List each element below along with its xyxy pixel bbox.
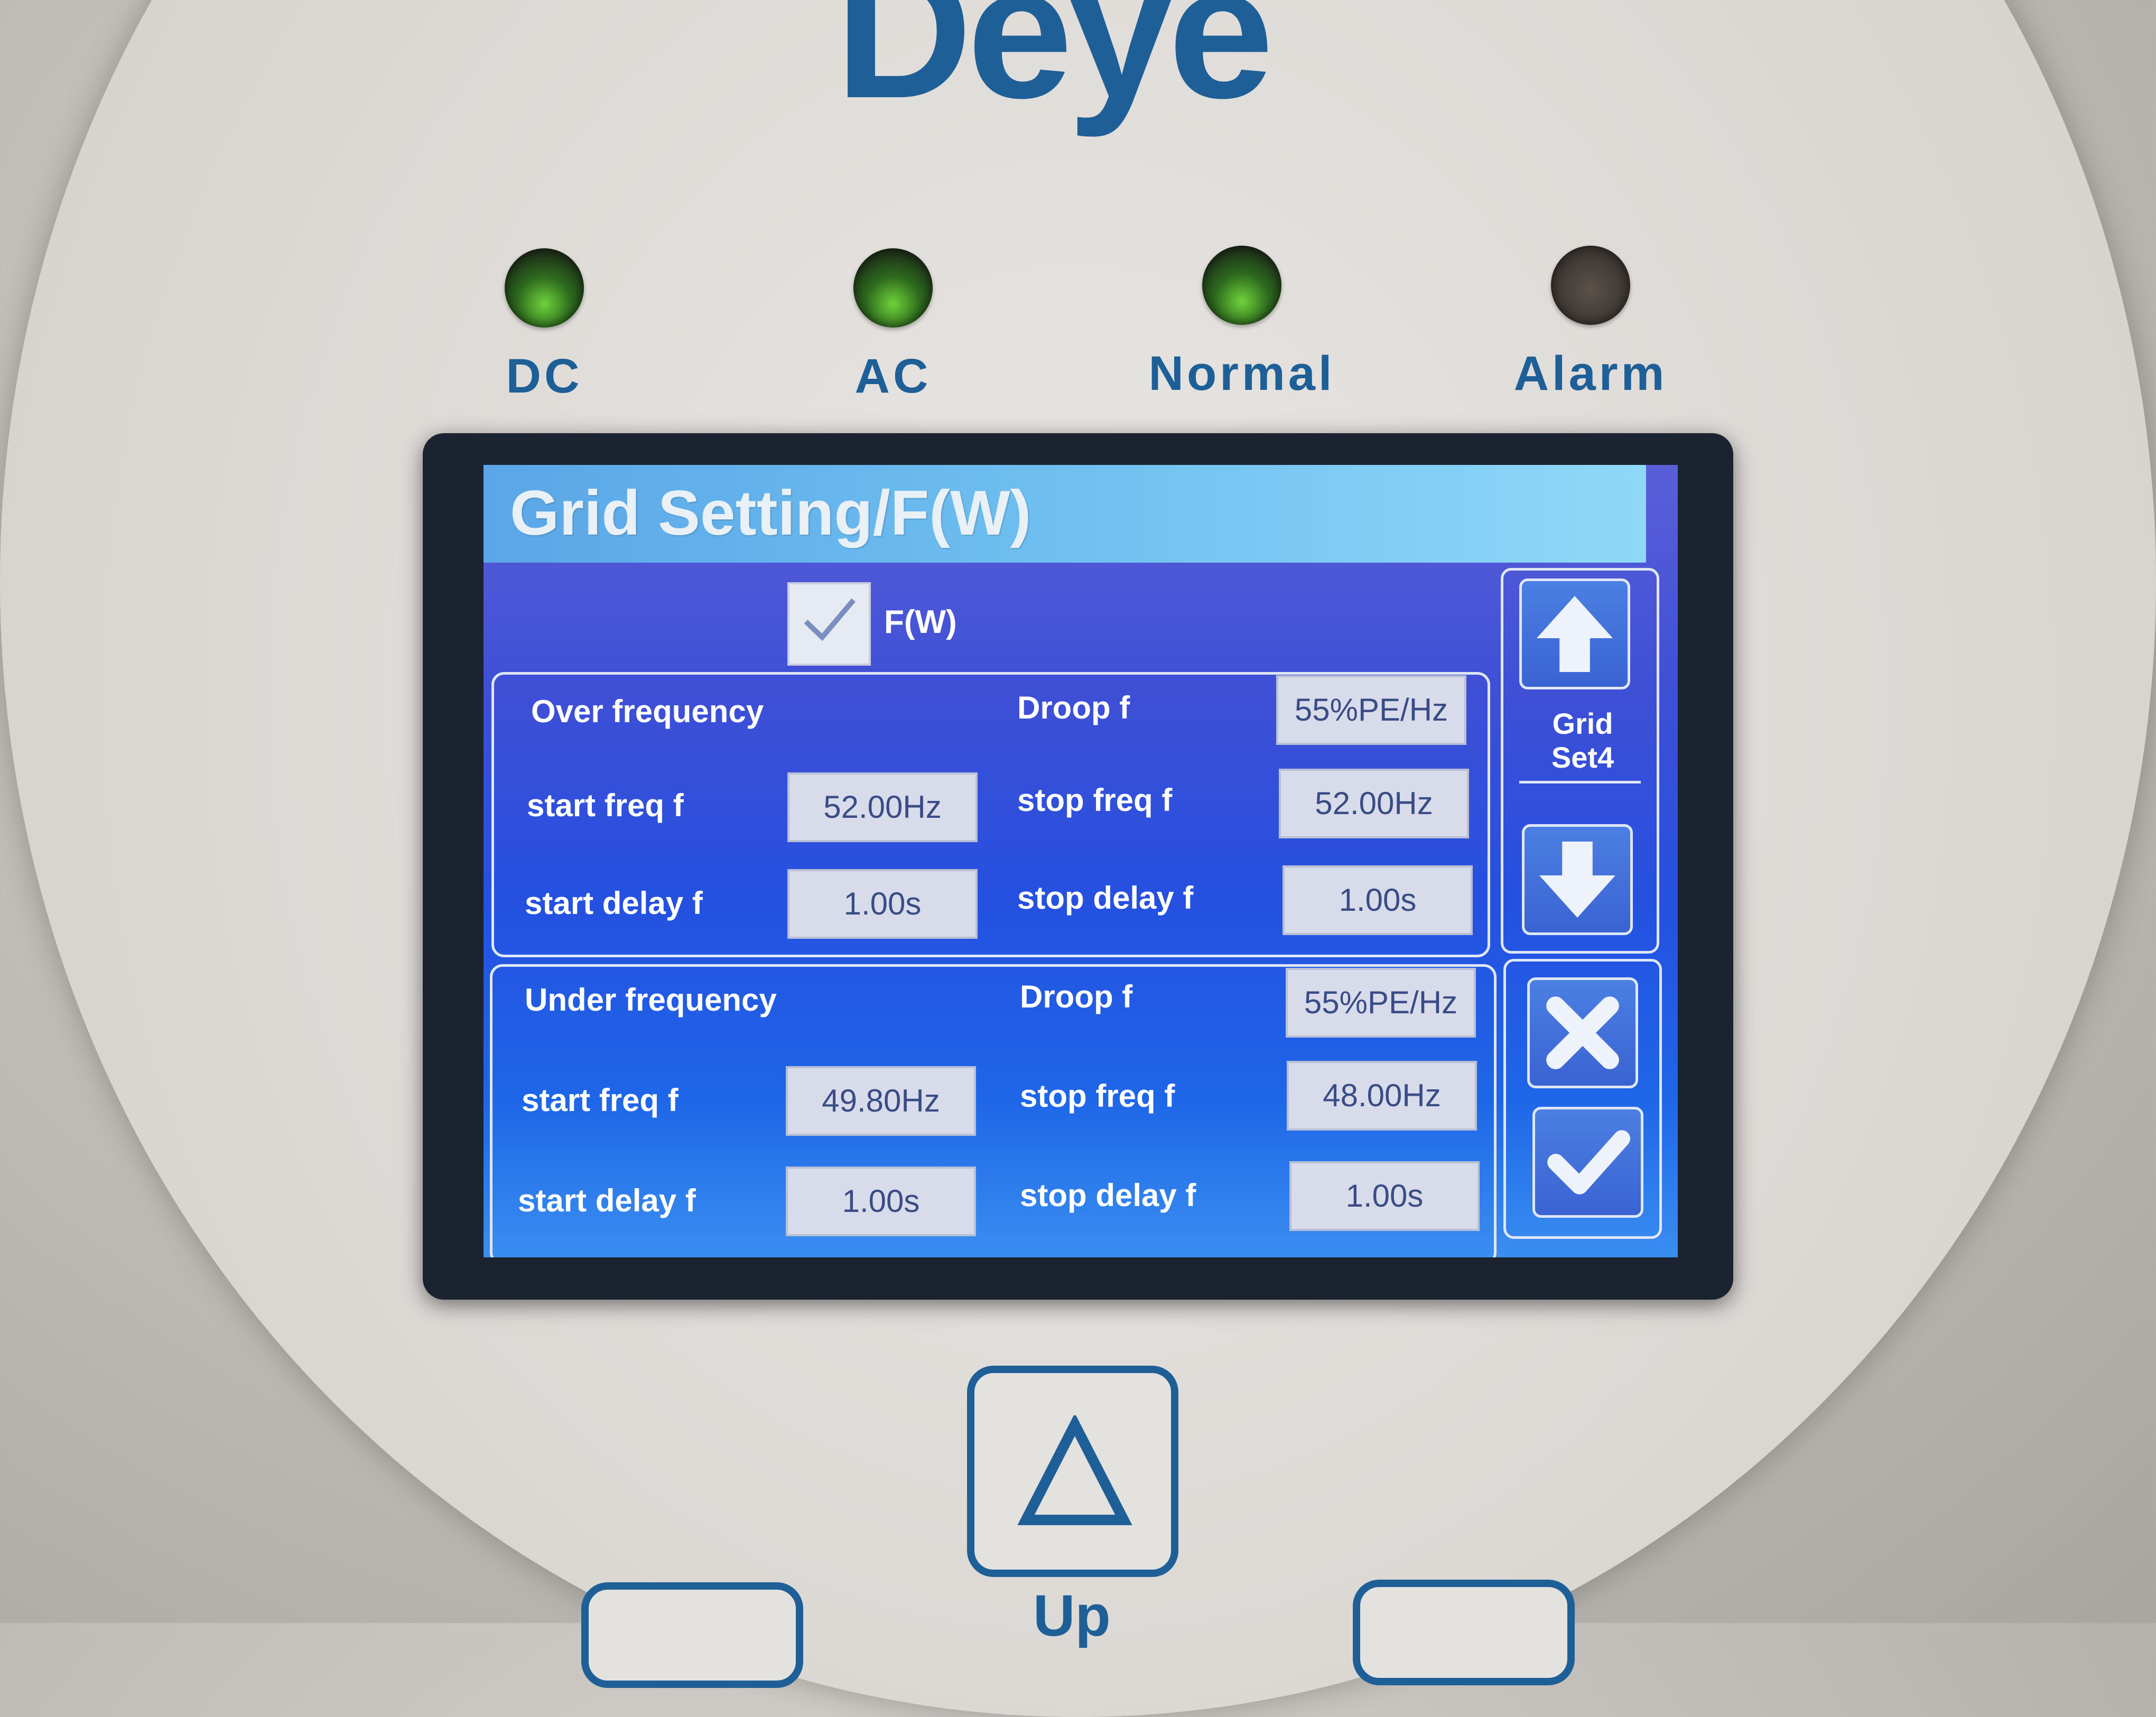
page-title: Grid Setting/F(W)	[510, 478, 1031, 548]
indicator-ac: AC	[835, 248, 951, 404]
normal-led	[1202, 246, 1281, 325]
hardware-left-button[interactable]	[581, 1582, 803, 1688]
over-stop-delay-field[interactable]: 1.00s	[1283, 865, 1473, 935]
over-start-freq-field[interactable]: 52.00Hz	[787, 772, 978, 842]
over-stop-freq-label: stop freq f	[1017, 782, 1173, 818]
triangle-up-icon	[1017, 1415, 1132, 1525]
check-icon	[804, 598, 856, 641]
over-start-freq-label: start freq f	[527, 788, 684, 823]
over-stop-freq-field[interactable]: 52.00Hz	[1279, 769, 1469, 838]
brand-logo: Deye	[835, 0, 1274, 138]
over-droop-field[interactable]: 55%PE/Hz	[1276, 675, 1466, 745]
arrow-down-icon	[1539, 842, 1615, 918]
under-start-freq-field[interactable]: 49.80Hz	[786, 1066, 976, 1136]
under-stop-freq-field[interactable]: 48.00Hz	[1287, 1061, 1477, 1131]
page-indicator: Grid Set4	[1519, 707, 1646, 774]
indicator-label: Normal	[1148, 347, 1335, 400]
under-stop-delay-label: stop delay f	[1020, 1178, 1196, 1213]
page-indicator-line2: Set4	[1551, 741, 1614, 774]
confirm-button[interactable]	[1532, 1107, 1643, 1218]
page-up-button[interactable]	[1519, 578, 1630, 689]
under-start-freq-label: start freq f	[522, 1083, 679, 1118]
page-indicator-line1: Grid	[1552, 707, 1613, 740]
over-frequency-heading: Over frequency	[531, 694, 764, 729]
under-stop-delay-field[interactable]: 1.00s	[1289, 1161, 1480, 1231]
over-start-delay-field[interactable]: 1.00s	[787, 869, 978, 939]
under-start-delay-field[interactable]: 1.00s	[786, 1167, 976, 1236]
under-droop-field[interactable]: 55%PE/Hz	[1286, 968, 1476, 1038]
cancel-button[interactable]	[1527, 977, 1638, 1088]
hardware-up-label: Up	[1033, 1583, 1111, 1648]
hardware-up-button[interactable]	[967, 1366, 1178, 1577]
under-frequency-heading: Under frequency	[525, 982, 777, 1018]
lcd-screen: Grid Setting/F(W) F(W) Over frequency Dr…	[484, 465, 1678, 1257]
fw-checkbox[interactable]	[787, 582, 871, 666]
indicator-label: Alarm	[1513, 347, 1668, 400]
indicator-dc: DC	[486, 248, 602, 404]
close-icon	[1546, 996, 1619, 1069]
nav-divider	[1519, 781, 1641, 783]
arrow-up-icon	[1537, 596, 1613, 672]
indicator-alarm: Alarm	[1480, 246, 1702, 402]
hardware-right-button[interactable]	[1353, 1580, 1575, 1685]
fw-checkbox-label: F(W)	[884, 604, 957, 640]
alarm-led	[1551, 246, 1630, 325]
indicator-label: AC	[854, 349, 932, 403]
indicator-label: DC	[506, 349, 583, 403]
under-stop-freq-label: stop freq f	[1020, 1078, 1175, 1114]
title-bar: Grid Setting/F(W)	[484, 465, 1646, 563]
dc-led	[505, 248, 584, 328]
under-droop-label: Droop f	[1020, 979, 1133, 1014]
indicator-normal: Normal	[1131, 246, 1353, 402]
under-start-delay-label: start delay f	[518, 1183, 696, 1218]
over-droop-label: Droop f	[1017, 690, 1130, 725]
checkmark-icon	[1547, 1130, 1630, 1195]
ac-led	[853, 248, 933, 328]
page-down-button[interactable]	[1522, 824, 1633, 935]
over-stop-delay-label: stop delay f	[1017, 880, 1194, 916]
over-start-delay-label: start delay f	[525, 885, 703, 921]
